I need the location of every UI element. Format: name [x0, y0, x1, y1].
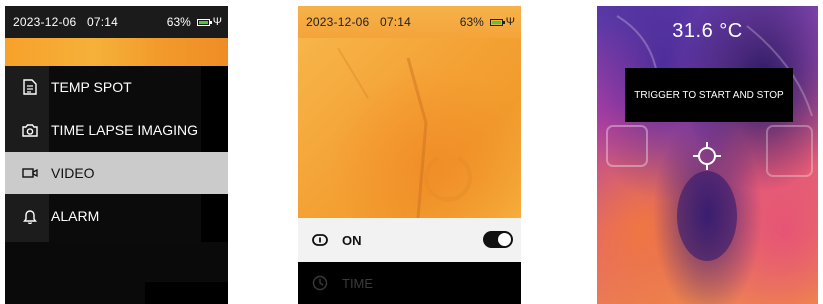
- recording-screen: 31.6 °C TRIGGER TO START AND STOP: [597, 6, 818, 304]
- status-date: 2023-12-06: [306, 15, 370, 29]
- trigger-banner: TRIGGER TO START AND STOP: [625, 68, 793, 122]
- thermal-texture: [337, 47, 472, 218]
- menu-item-label: TIME LAPSE IMAGING: [51, 122, 199, 138]
- menu-item-label: VIDEO: [51, 165, 95, 181]
- clock-icon: [310, 273, 330, 293]
- menu-item-time-lapse-imaging[interactable]: TIME LAPSE IMAGING: [5, 109, 228, 151]
- status-battery: 63% Ψ: [167, 15, 222, 29]
- power-icon: [310, 230, 330, 250]
- setting-row-time[interactable]: TIME: [298, 262, 521, 304]
- video-camera-icon: [21, 164, 39, 182]
- temperature-readout: 31.6 °C: [672, 20, 743, 42]
- status-datetime: 2023-12-06 07:14: [306, 15, 411, 29]
- menu-item-alarm[interactable]: ALARM: [5, 195, 228, 237]
- status-bar: 2023-12-06 07:14 63% Ψ: [5, 6, 228, 38]
- camera-icon: [21, 121, 39, 139]
- document-icon: [21, 78, 39, 96]
- usb-icon: Ψ: [505, 15, 515, 28]
- time-label: TIME: [342, 275, 374, 291]
- setting-screen: 2023-12-06 07:14 63% Ψ ON TIME: [298, 6, 521, 304]
- menu-screen: 2023-12-06 07:14 63% Ψ TEMP SPOT TIME LA…: [5, 6, 228, 304]
- menu-item-label: TEMP SPOT: [51, 79, 132, 95]
- menu-item-label: ALARM: [51, 208, 100, 224]
- status-datetime: 2023-12-06 07:14: [13, 15, 118, 29]
- battery-percent: 63%: [166, 15, 191, 29]
- status-time: 07:14: [87, 15, 119, 29]
- status-battery: 63% Ψ: [460, 15, 515, 29]
- bell-icon: [21, 207, 39, 225]
- trigger-banner-text: TRIGGER TO START AND STOP: [634, 89, 784, 101]
- menu-panel-bottom-right: [145, 242, 228, 282]
- battery-icon: [489, 18, 505, 26]
- status-date: 2023-12-06: [13, 15, 77, 29]
- setting-label: ON: [342, 232, 362, 248]
- thermal-preview: [298, 38, 521, 218]
- crosshair-icon: [693, 142, 721, 170]
- menu-item-video[interactable]: VIDEO: [5, 152, 228, 194]
- status-bar: 2023-12-06 07:14 63% Ψ: [298, 6, 521, 38]
- battery-percent: 63%: [459, 15, 484, 29]
- setting-row-on[interactable]: ON: [298, 218, 521, 262]
- on-toggle[interactable]: [483, 231, 513, 248]
- battery-icon: [196, 18, 212, 26]
- usb-icon: Ψ: [212, 15, 222, 28]
- menu-panel-bottom: [5, 242, 145, 304]
- menu-item-temp-spot[interactable]: TEMP SPOT: [5, 66, 228, 108]
- status-time: 07:14: [380, 15, 412, 29]
- thermal-preview: [5, 38, 228, 66]
